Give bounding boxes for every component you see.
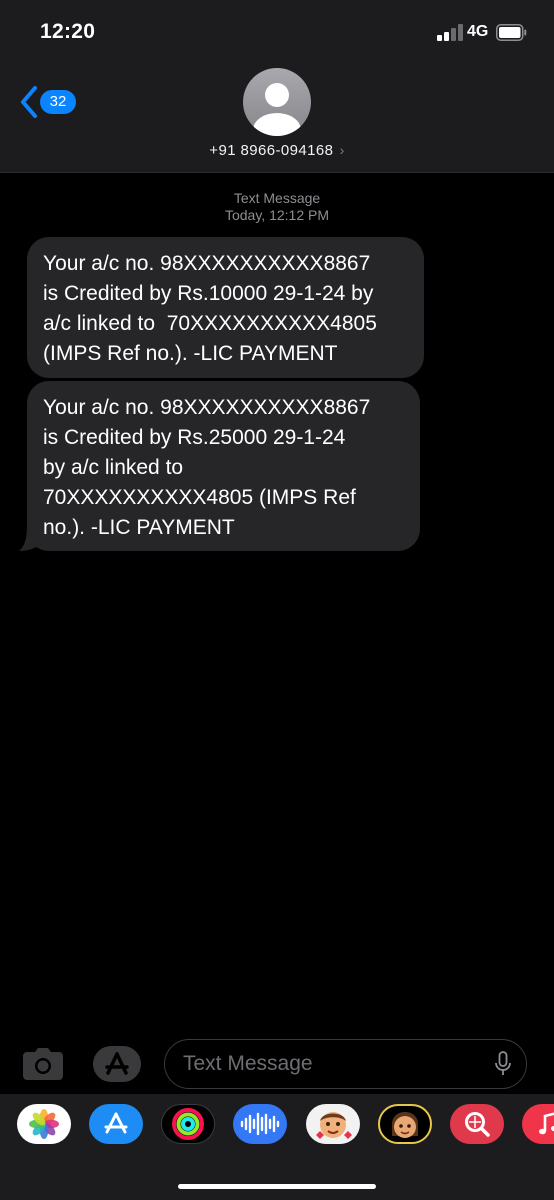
audio-message-icon[interactable] [233,1104,287,1144]
home-indicator[interactable] [178,1184,376,1189]
network-type: 4G [467,23,489,40]
photos-icon[interactable] [17,1104,71,1144]
activity-icon[interactable] [161,1104,215,1144]
bubble-tail [19,524,43,551]
message-type-label: Text Message [233,190,321,206]
search-images-icon[interactable] [450,1104,504,1144]
unread-count-badge: 32 [40,90,76,114]
app-store-button[interactable] [92,1044,144,1084]
message-input-placeholder: Text Message [183,1052,313,1075]
memoji-stickers-icon[interactable] [306,1104,360,1144]
memoji-icon[interactable] [378,1104,432,1144]
back-button[interactable]: 32 [18,84,82,120]
conversation-header: 32 +91 8966-094168 › [0,66,554,173]
message-bubble[interactable]: Your a/c no. 98XXXXXXXXXX8867 is Credite… [27,381,420,551]
message-input[interactable]: Text Message [164,1039,527,1089]
music-icon[interactable] [522,1104,554,1144]
battery-icon [496,24,527,41]
contact-avatar[interactable] [243,68,311,136]
message-timestamp: Today, 12:12 PM [224,207,330,223]
contact-number: +91 8966-094168 [209,142,334,159]
app-store-icon[interactable] [89,1104,143,1144]
chevron-left-icon [21,86,37,118]
contact-name[interactable]: +91 8966-094168 › [0,142,554,159]
chevron-right-icon: › [335,142,345,158]
message-bubble[interactable]: Your a/c no. 98XXXXXXXXXX8867 is Credite… [27,237,424,378]
cellular-signal-icon [437,24,463,41]
microphone-icon[interactable] [494,1051,512,1077]
camera-icon[interactable] [21,1046,65,1082]
status-time: 12:20 [40,20,96,43]
status-bar: 12:20 4G [0,0,554,66]
